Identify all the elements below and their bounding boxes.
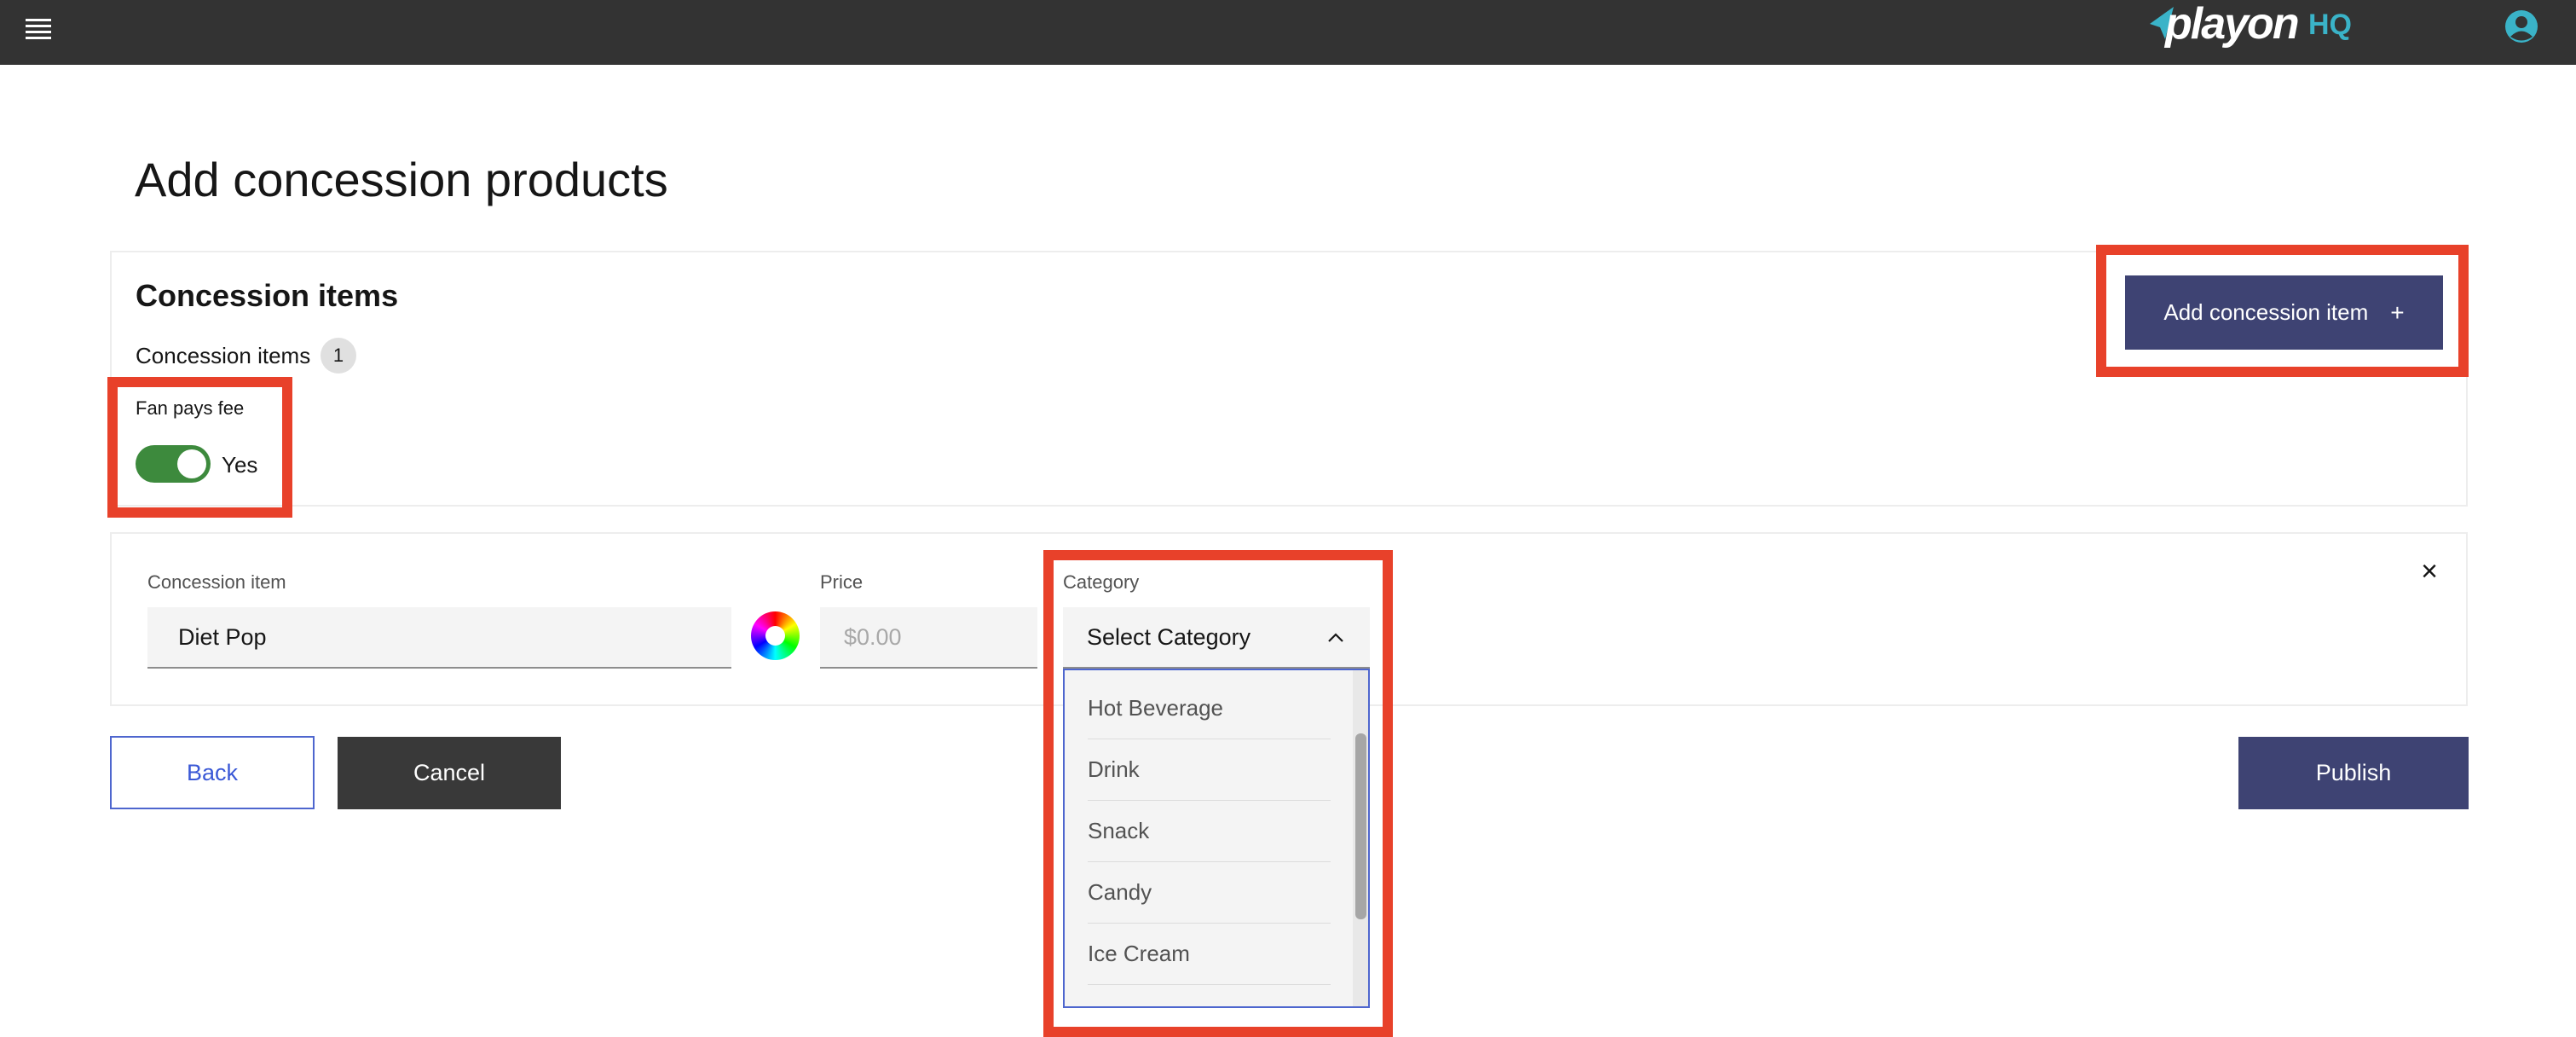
concession-item-input[interactable] <box>147 607 731 669</box>
playon-logo: playon HQ <box>2146 0 2359 60</box>
category-option[interactable]: Candy <box>1088 861 1331 924</box>
category-label: Category <box>1063 571 1140 593</box>
category-select-value: Select Category <box>1087 623 1251 650</box>
fan-pays-fee-label: Fan pays fee <box>136 397 245 419</box>
cancel-button[interactable]: Cancel <box>338 737 561 809</box>
page-title: Add concession products <box>135 153 668 206</box>
logo-suffix: HQ <box>2308 9 2352 41</box>
category-select[interactable]: Select Category <box>1063 607 1370 669</box>
category-dropdown-list: Hot Beverage Drink Snack Candy Ice Cream… <box>1063 669 1370 1008</box>
dropdown-scroll-thumb[interactable] <box>1355 733 1366 919</box>
price-label: Price <box>820 571 863 593</box>
concession-items-card <box>110 251 2468 507</box>
items-count-badge: 1 <box>321 338 356 374</box>
toggle-knob <box>177 449 206 478</box>
user-avatar-icon[interactable] <box>2504 9 2539 44</box>
color-picker-icon[interactable] <box>751 611 800 660</box>
logo-text: playon <box>2165 0 2300 49</box>
close-icon[interactable]: × <box>2412 554 2446 588</box>
price-input[interactable] <box>820 607 1037 669</box>
fan-pays-fee-value: Yes <box>222 452 258 478</box>
category-option[interactable]: Hot Beverage <box>1088 677 1331 739</box>
fan-pays-fee-toggle[interactable] <box>136 445 211 483</box>
add-concession-item-button[interactable]: Add concession item + <box>2125 275 2443 350</box>
chevron-up-icon <box>1328 633 1343 642</box>
add-concession-item-label: Add concession item <box>2163 299 2369 325</box>
hamburger-menu-icon[interactable] <box>26 15 51 49</box>
category-option[interactable]: Ice Cream <box>1088 923 1331 985</box>
section-title: Concession items <box>136 278 399 313</box>
category-option[interactable]: Snack <box>1088 800 1331 862</box>
category-option[interactable]: Drink <box>1088 739 1331 801</box>
back-button[interactable]: Back <box>110 736 315 809</box>
plus-icon: + <box>2390 298 2405 326</box>
concession-item-label: Concession item <box>147 571 286 593</box>
publish-button[interactable]: Publish <box>2238 737 2469 809</box>
category-option[interactable]: Prepared Food <box>1088 984 1331 1007</box>
items-count-label: Concession items <box>136 343 311 368</box>
